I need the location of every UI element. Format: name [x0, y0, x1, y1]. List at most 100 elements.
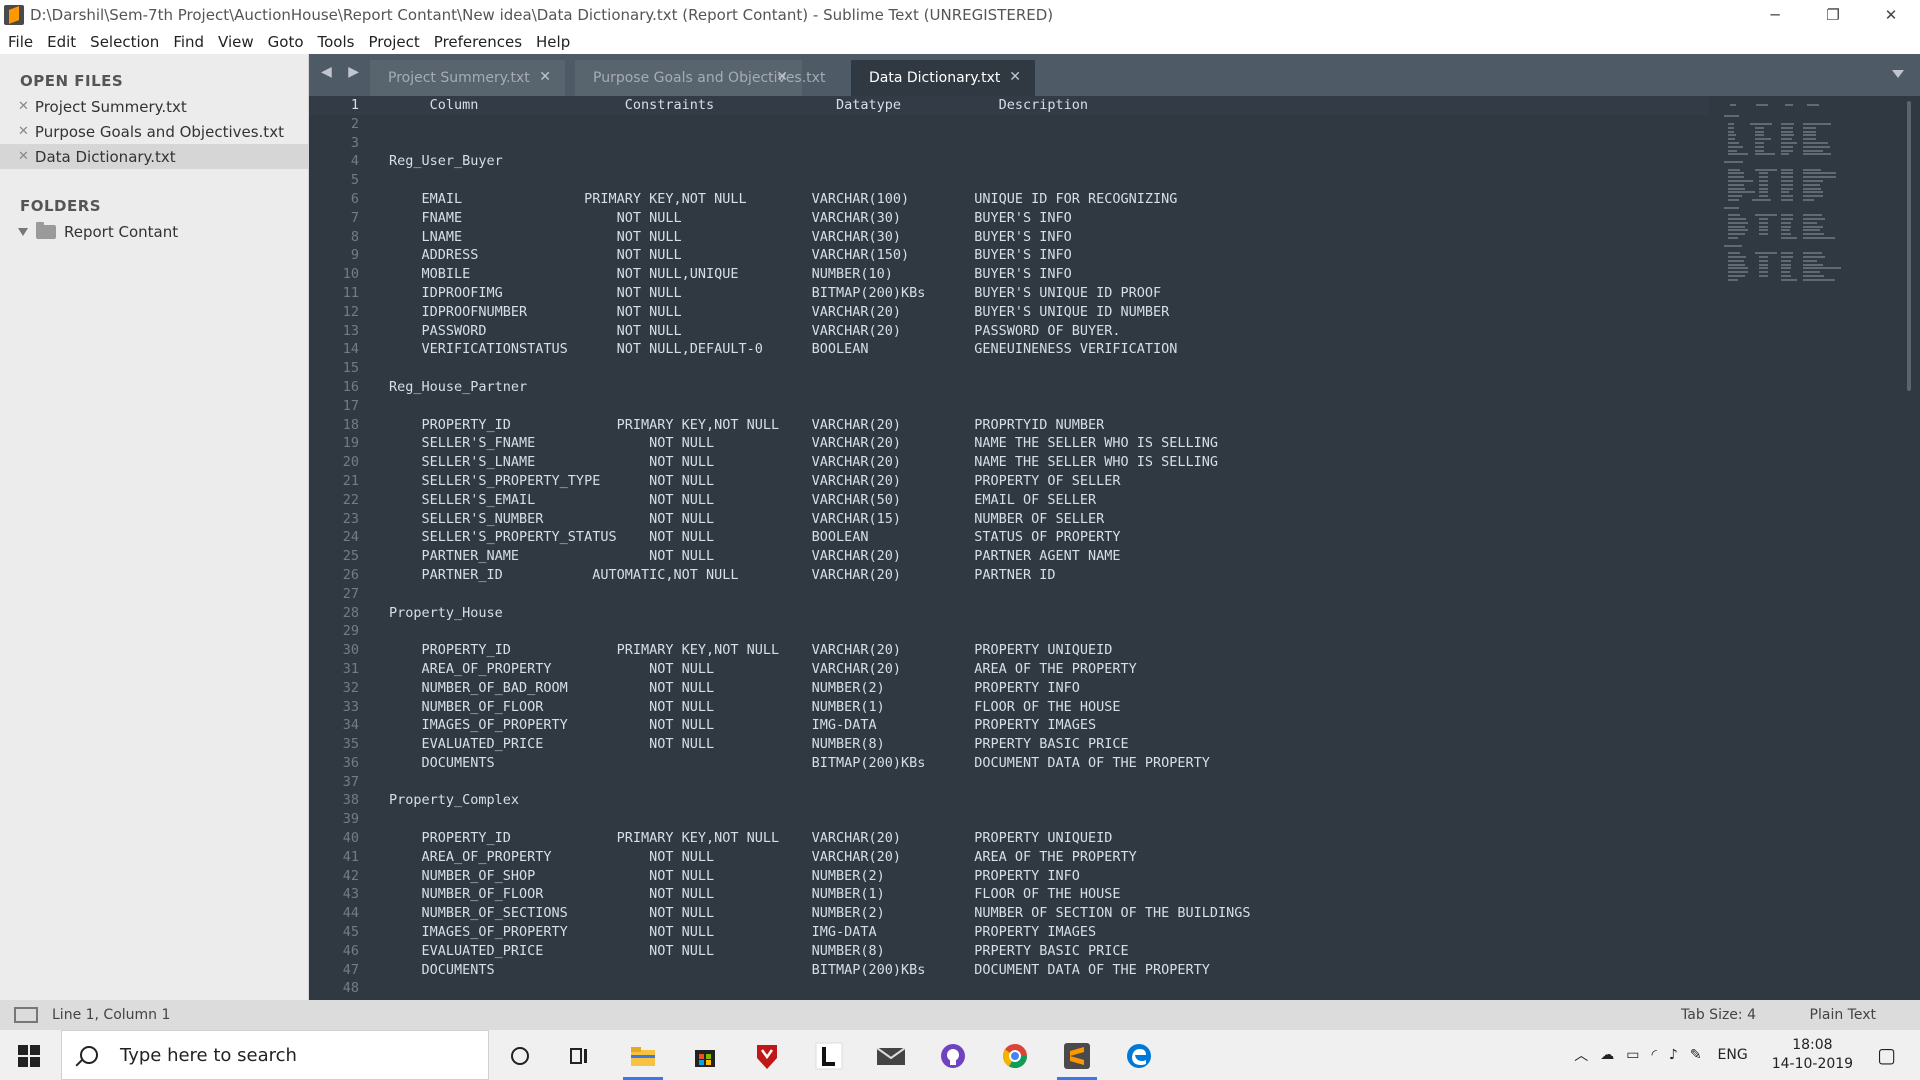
- pen-icon[interactable]: ✎: [1690, 1047, 1702, 1063]
- tab-scroll-arrows-icon[interactable]: ◀ ▶: [321, 64, 365, 80]
- windows-start-icon[interactable]: [18, 1045, 40, 1067]
- code-text[interactable]: Column Constraints Datatype Description R…: [389, 96, 1251, 998]
- vertical-scrollbar[interactable]: [1907, 101, 1911, 391]
- code-line[interactable]: SELLER'S_NUMBER NOT NULL VARCHAR(15) NUM…: [389, 510, 1251, 529]
- taskbar-search-box[interactable]: Type here to search: [61, 1030, 489, 1080]
- clock[interactable]: 18:08 14-10-2019: [1772, 1036, 1853, 1074]
- onedrive-icon[interactable]: ☁: [1600, 1047, 1614, 1063]
- code-line[interactable]: IMAGES_OF_PROPERTY NOT NULL IMG-DATA PRO…: [389, 923, 1251, 942]
- editor-area[interactable]: 1 2 3 4 5 6 7 8 9 10 11 12 13 14 15 16 17 18 19 20 21 22 23 24 2…: [309, 96, 1920, 1000]
- github-icon[interactable]: [930, 1038, 976, 1074]
- code-line[interactable]: Property_Complex: [389, 791, 1251, 810]
- menu-preferences[interactable]: Preferences: [434, 33, 522, 51]
- console-toggle-icon[interactable]: [14, 1007, 38, 1023]
- code-line[interactable]: AREA_OF_PROPERTY NOT NULL VARCHAR(20) AR…: [389, 660, 1251, 679]
- l-app-icon[interactable]: [806, 1038, 852, 1074]
- sidebar-folder-report-contant[interactable]: Report Contant: [0, 219, 308, 244]
- code-line[interactable]: EVALUATED_PRICE NOT NULL NUMBER(8) PRPER…: [389, 942, 1251, 961]
- tab-close-icon[interactable]: ✕: [1009, 69, 1021, 85]
- menu-help[interactable]: Help: [536, 33, 570, 51]
- tab-data-dictionary[interactable]: Data Dictionary.txt ✕: [851, 60, 1035, 96]
- close-file-icon[interactable]: ✕: [18, 149, 29, 164]
- code-line[interactable]: EMAIL PRIMARY KEY,NOT NULL VARCHAR(100) …: [389, 190, 1251, 209]
- code-line[interactable]: [389, 810, 1251, 829]
- code-line[interactable]: Column Constraints Datatype Description: [389, 96, 1251, 115]
- code-line[interactable]: LNAME NOT NULL VARCHAR(30) BUYER'S INFO: [389, 228, 1251, 247]
- cortana-icon[interactable]: [497, 1038, 543, 1074]
- code-line[interactable]: [389, 171, 1251, 190]
- code-line[interactable]: FNAME NOT NULL VARCHAR(30) BUYER'S INFO: [389, 209, 1251, 228]
- code-line[interactable]: [389, 585, 1251, 604]
- tab-purpose-goals[interactable]: Purpose Goals and Objectives.txt ✕: [575, 60, 825, 96]
- code-line[interactable]: IMAGES_OF_PROPERTY NOT NULL IMG-DATA PRO…: [389, 716, 1251, 735]
- code-line[interactable]: IDPROOFIMG NOT NULL BITMAP(200)KBs BUYER…: [389, 284, 1251, 303]
- maximize-button[interactable]: ❐: [1804, 0, 1862, 30]
- file-explorer-icon[interactable]: [620, 1038, 666, 1080]
- minimap[interactable]: [1724, 96, 1854, 316]
- close-file-icon[interactable]: ✕: [18, 99, 29, 114]
- edge-icon[interactable]: [1116, 1038, 1162, 1074]
- code-line[interactable]: [389, 359, 1251, 378]
- notifications-icon[interactable]: ▢: [1877, 1043, 1896, 1067]
- code-line[interactable]: [389, 134, 1251, 153]
- code-line[interactable]: PASSWORD NOT NULL VARCHAR(20) PASSWORD O…: [389, 322, 1251, 341]
- close-window-button[interactable]: ✕: [1862, 0, 1920, 30]
- code-line[interactable]: PARTNER_ID AUTOMATIC,NOT NULL VARCHAR(20…: [389, 566, 1251, 585]
- menu-edit[interactable]: Edit: [47, 33, 76, 51]
- chrome-icon[interactable]: [992, 1038, 1038, 1074]
- code-line[interactable]: MOBILE NOT NULL,UNIQUE NUMBER(10) BUYER'…: [389, 265, 1251, 284]
- code-line[interactable]: NUMBER_OF_BAD_ROOM NOT NULL NUMBER(2) PR…: [389, 679, 1251, 698]
- wifi-icon[interactable]: ◜: [1651, 1047, 1656, 1063]
- code-line[interactable]: EVALUATED_PRICE NOT NULL NUMBER(8) PRPER…: [389, 735, 1251, 754]
- volume-icon[interactable]: ♪: [1669, 1047, 1678, 1063]
- code-line[interactable]: NUMBER_OF_SHOP NOT NULL NUMBER(2) PROPER…: [389, 867, 1251, 886]
- code-line[interactable]: SELLER'S_EMAIL NOT NULL VARCHAR(50) EMAI…: [389, 491, 1251, 510]
- code-line[interactable]: [389, 622, 1251, 641]
- code-line[interactable]: PROPERTY_ID PRIMARY KEY,NOT NULL VARCHAR…: [389, 829, 1251, 848]
- code-line[interactable]: SELLER'S_PROPERTY_STATUS NOT NULL BOOLEA…: [389, 528, 1251, 547]
- microsoft-store-icon[interactable]: [682, 1038, 728, 1074]
- code-line[interactable]: NUMBER_OF_FLOOR NOT NULL NUMBER(1) FLOOR…: [389, 698, 1251, 717]
- code-line[interactable]: PARTNER_NAME NOT NULL VARCHAR(20) PARTNE…: [389, 547, 1251, 566]
- battery-icon[interactable]: ▭: [1626, 1047, 1639, 1063]
- code-line[interactable]: PROPERTY_ID PRIMARY KEY,NOT NULL VARCHAR…: [389, 641, 1251, 660]
- code-line[interactable]: VERIFICATIONSTATUS NOT NULL,DEFAULT-0 BO…: [389, 340, 1251, 359]
- task-view-icon[interactable]: [556, 1038, 602, 1074]
- code-line[interactable]: Reg_User_Buyer: [389, 152, 1251, 171]
- code-line[interactable]: DOCUMENTS BITMAP(200)KBs DOCUMENT DATA O…: [389, 754, 1251, 773]
- code-line[interactable]: ADDRESS NOT NULL VARCHAR(150) BUYER'S IN…: [389, 246, 1251, 265]
- menu-goto[interactable]: Goto: [268, 33, 304, 51]
- sidebar-file-purpose-goals[interactable]: ✕ Purpose Goals and Objectives.txt: [0, 119, 308, 144]
- code-line[interactable]: NUMBER_OF_FLOOR NOT NULL NUMBER(1) FLOOR…: [389, 885, 1251, 904]
- tab-close-icon[interactable]: ✕: [539, 69, 551, 85]
- show-hidden-icons-icon[interactable]: ︿: [1574, 1045, 1588, 1065]
- code-line[interactable]: PROPERTY_ID PRIMARY KEY,NOT NULL VARCHAR…: [389, 416, 1251, 435]
- code-line[interactable]: SELLER'S_PROPERTY_TYPE NOT NULL VARCHAR(…: [389, 472, 1251, 491]
- expand-triangle-icon[interactable]: [18, 227, 28, 236]
- menu-view[interactable]: View: [218, 33, 254, 51]
- minimize-button[interactable]: ─: [1746, 0, 1804, 30]
- code-line[interactable]: [389, 979, 1251, 998]
- tab-close-icon[interactable]: ✕: [776, 69, 788, 85]
- mail-icon[interactable]: [868, 1038, 914, 1074]
- code-line[interactable]: SELLER'S_FNAME NOT NULL VARCHAR(20) NAME…: [389, 434, 1251, 453]
- menu-project[interactable]: Project: [368, 33, 419, 51]
- language-indicator[interactable]: ENG: [1718, 1047, 1748, 1063]
- tab-project-summery[interactable]: Project Summery.txt ✕: [370, 60, 565, 96]
- tab-size-indicator[interactable]: Tab Size: 4: [1681, 1007, 1756, 1023]
- sidebar-file-data-dictionary[interactable]: ✕ Data Dictionary.txt: [0, 144, 308, 169]
- code-line[interactable]: Property_House: [389, 604, 1251, 623]
- menu-find[interactable]: Find: [173, 33, 204, 51]
- menu-tools[interactable]: Tools: [318, 33, 355, 51]
- menu-selection[interactable]: Selection: [90, 33, 159, 51]
- code-line[interactable]: AREA_OF_PROPERTY NOT NULL VARCHAR(20) AR…: [389, 848, 1251, 867]
- code-line[interactable]: SELLER'S_LNAME NOT NULL VARCHAR(20) NAME…: [389, 453, 1251, 472]
- code-line[interactable]: IDPROOFNUMBER NOT NULL VARCHAR(20) BUYER…: [389, 303, 1251, 322]
- syntax-indicator[interactable]: Plain Text: [1810, 1007, 1876, 1023]
- sublime-text-icon[interactable]: [1054, 1038, 1100, 1080]
- sidebar-file-project-summery[interactable]: ✕ Project Summery.txt: [0, 94, 308, 119]
- code-line[interactable]: [389, 773, 1251, 792]
- mcafee-icon[interactable]: [744, 1038, 790, 1074]
- menu-file[interactable]: File: [8, 33, 33, 51]
- code-line[interactable]: NUMBER_OF_SECTIONS NOT NULL NUMBER(2) NU…: [389, 904, 1251, 923]
